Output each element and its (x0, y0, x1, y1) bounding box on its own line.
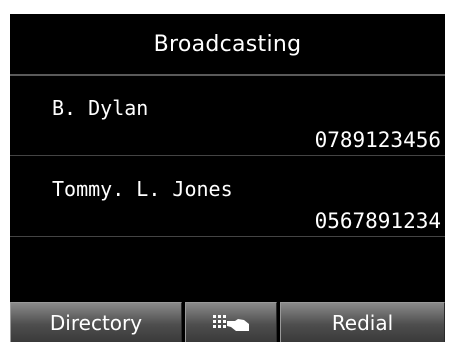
redial-button-label: Redial (331, 310, 394, 335)
recipient-number: 0789123456 (314, 128, 441, 152)
redial-button[interactable]: Redial (280, 302, 445, 342)
recipient-name: Tommy. L. Jones (52, 177, 233, 201)
row-divider (10, 236, 445, 237)
directory-button[interactable]: Directory (10, 302, 182, 342)
fax-broadcast-panel: Broadcasting B. Dylan 0789123456 Tommy. … (10, 14, 445, 342)
dialpad-button[interactable] (185, 302, 277, 342)
recipient-number: 0567891234 (314, 209, 441, 233)
screen-title: Broadcasting (153, 31, 302, 57)
recipient-row[interactable]: Tommy. L. Jones 0567891234 (10, 157, 445, 237)
recipient-name: B. Dylan (52, 96, 149, 120)
recipient-row[interactable]: B. Dylan 0789123456 (10, 76, 445, 156)
row-divider (10, 155, 445, 156)
softkey-bar: Directory Redial (10, 302, 445, 342)
printer-lcd-screen: Broadcasting B. Dylan 0789123456 Tommy. … (0, 0, 449, 342)
dialpad-hand-icon (213, 314, 249, 331)
directory-button-label: Directory (49, 310, 143, 335)
